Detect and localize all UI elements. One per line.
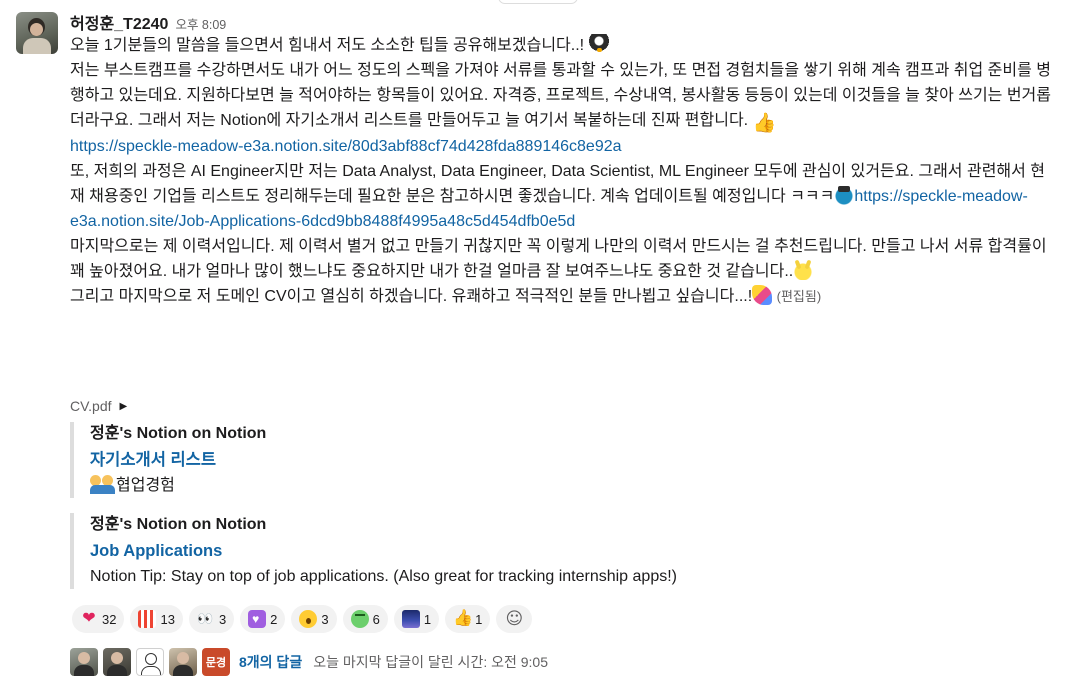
reply-count-link[interactable]: 8개의 답글 <box>239 652 302 672</box>
new-messages-pill[interactable] <box>498 0 578 4</box>
reply-avatar: 문경 <box>202 648 230 676</box>
message-line: 그리고 마지막으로 저 도메인 CV이고 열심히 하겠습니다. 유쾌하고 적극적… <box>70 284 1055 309</box>
message-line: https://speckle-meadow-e3a.notion.site/8… <box>70 134 1055 159</box>
reaction-purple-heart[interactable]: 2 <box>240 605 286 633</box>
file-attachment[interactable]: CV.pdf ▶ <box>70 396 127 416</box>
message-text: 저는 부스트캠프를 수강하면서도 내가 어느 정도의 스펙을 가져야 서류를 통… <box>70 62 1051 129</box>
hushed-face-icon <box>299 610 318 628</box>
link-preview-job-applications: 정훈's Notion on Notion Job Applications N… <box>70 513 970 589</box>
pikachu-emoji-icon <box>793 260 814 280</box>
message-text: 그리고 마지막으로 저 도메인 CV이고 열심히 하겠습니다. 유쾌하고 적극적… <box>70 288 753 305</box>
reaction-hushed-face[interactable]: 3 <box>291 605 337 633</box>
message-line: 또, 저희의 과정은 AI Engineer지만 저는 Data Analyst… <box>70 159 1055 234</box>
sender-avatar[interactable] <box>16 12 58 54</box>
reply-avatar <box>103 648 131 676</box>
qr-code-icon <box>138 610 157 628</box>
edited-label: (편집됨) <box>776 289 822 304</box>
preview-description-text: 협업경험 <box>116 477 175 494</box>
reaction-count: 2 <box>270 611 278 627</box>
party-emoji-icon <box>752 285 773 305</box>
message-body: 오늘 1기분들의 말씀을 들으면서 힘내서 저도 소소한 팁들 공유해보겠습니다… <box>70 33 1055 309</box>
add-emoji-icon: ☺ <box>505 609 524 629</box>
message-line: 마지막으로는 제 이력서입니다. 제 이력서 별거 없고 만들기 귀찮지만 꼭 … <box>70 234 1055 284</box>
preview-title[interactable]: Job Applications <box>90 537 970 565</box>
thumbs-up-icon: 👍 <box>453 610 474 627</box>
preview-title[interactable]: 자기소개서 리스트 <box>90 446 970 474</box>
message-timestamp[interactable]: 오후 8:09 <box>175 14 226 33</box>
message-line: 오늘 1기분들의 말씀을 들으면서 힘내서 저도 소소한 팁들 공유해보겠습니다… <box>70 33 1055 58</box>
message-text: 마지막으로는 제 이력서입니다. 제 이력서 별거 없고 만들기 귀찮지만 꼭 … <box>70 238 1047 280</box>
add-reaction-button[interactable]: ☺ <box>496 605 533 633</box>
reaction-count: 1 <box>475 611 483 627</box>
expand-caret-icon[interactable]: ▶ <box>120 401 128 412</box>
preview-site-name: 정훈's Notion on Notion <box>90 516 267 533</box>
preview-description: 협업경험 <box>90 474 970 498</box>
sender-name[interactable]: 허정훈_T2240 <box>70 10 168 34</box>
reaction-qr-code[interactable]: 13 <box>130 605 183 633</box>
reaction-count: 13 <box>160 611 175 627</box>
reaction-count: 3 <box>218 611 227 627</box>
reaction-count: 6 <box>372 611 380 627</box>
reply-avatar <box>169 648 197 676</box>
notion-resume-link[interactable]: https://speckle-meadow-e3a.notion.site/8… <box>70 138 622 155</box>
last-reply-time: 오늘 마지막 답글이 달린 시간: 오전 9:05 <box>313 654 548 670</box>
people-emoji-icon <box>90 474 116 494</box>
message-header: 허정훈_T2240 오후 8:09 <box>70 10 226 34</box>
reaction-count: 3 <box>321 611 329 627</box>
reaction-bar: ❤32 13 👀3 2 3 6 1 👍1 ☺ <box>72 605 533 633</box>
file-name[interactable]: CV.pdf <box>70 398 112 414</box>
preview-site-name: 정훈's Notion on Notion <box>90 425 267 442</box>
red-heart-icon: ❤ <box>82 610 96 627</box>
message-line: 저는 부스트캠프를 수강하면서도 내가 어느 정도의 스펙을 가져야 서류를 통… <box>70 58 1055 134</box>
reaction-frog[interactable]: 6 <box>342 605 388 633</box>
reaction-night-sky[interactable]: 1 <box>393 605 440 633</box>
night-sky-icon <box>401 610 420 628</box>
frog-icon <box>350 610 369 628</box>
thread-summary[interactable]: 문경 8개의 답글 오늘 마지막 답글이 달린 시간: 오전 9:05 <box>70 647 548 677</box>
thumbs-up-emoji-icon: 👍 <box>752 113 777 134</box>
reaction-eyes[interactable]: 👀 3 <box>188 605 235 633</box>
monkey-emoji-icon <box>834 185 855 205</box>
penguin-emoji-icon <box>588 34 609 54</box>
preview-description: Notion Tip: Stay on top of job applicati… <box>90 568 677 585</box>
message-text: 오늘 1기분들의 말씀을 들으면서 힘내서 저도 소소한 팁들 공유해보겠습니다… <box>70 37 589 54</box>
reply-avatar <box>136 648 164 676</box>
link-preview-resume: 정훈's Notion on Notion 자기소개서 리스트 협업경험 <box>70 422 970 498</box>
purple-heart-icon <box>248 610 267 628</box>
eyes-icon: 👀 <box>196 611 213 626</box>
reaction-count: 32 <box>102 611 117 627</box>
reaction-count: 1 <box>423 611 432 627</box>
reaction-red-heart[interactable]: ❤ 32 <box>72 605 125 633</box>
reaction-thumbs-up[interactable]: 👍 1 <box>445 605 491 633</box>
reply-avatar <box>70 648 98 676</box>
